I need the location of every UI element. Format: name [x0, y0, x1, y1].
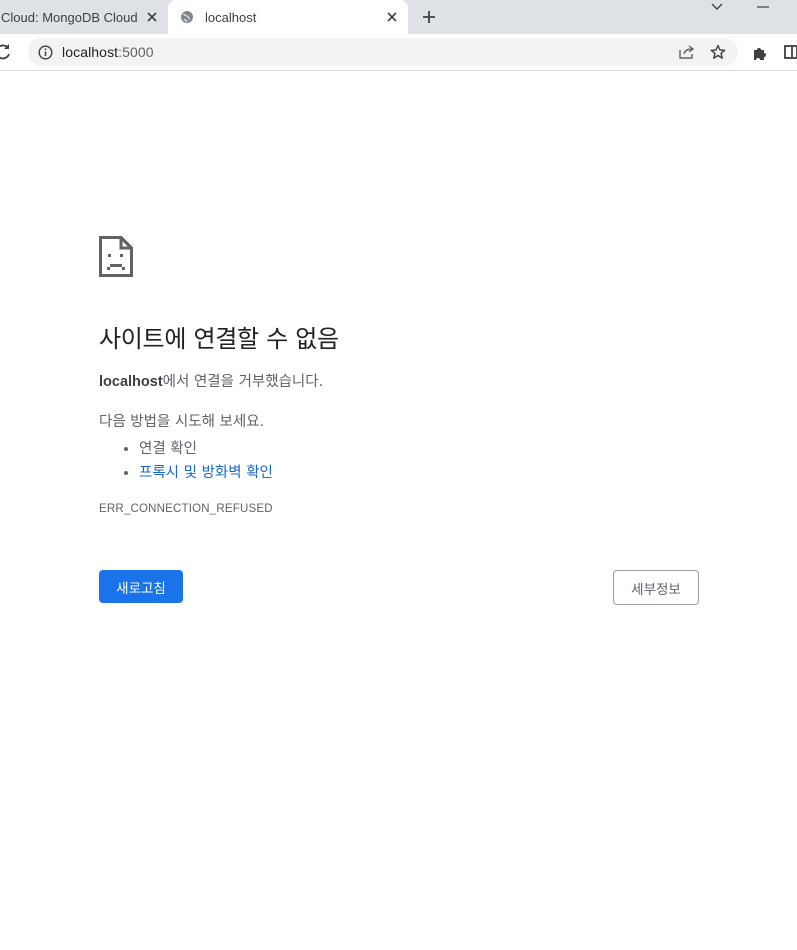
reload-icon[interactable]	[0, 42, 14, 62]
bookmark-star-icon[interactable]	[710, 44, 728, 60]
error-code: ERR_CONNECTION_REFUSED	[99, 503, 273, 515]
tab-mongodb-cloud[interactable]: Cloud: MongoDB Cloud	[0, 0, 168, 34]
url-text: localhost:5000	[62, 44, 154, 60]
globe-icon	[180, 9, 196, 25]
suggestions-heading: 다음 방법을 시도해 보세요.	[99, 414, 265, 430]
reload-button[interactable]: 새로고침	[99, 570, 183, 603]
site-info-icon[interactable]	[38, 44, 54, 60]
suggestion-check-connection: 연결 확인	[139, 437, 699, 461]
suggestions-list: 연결 확인 프록시 및 방화벽 확인	[99, 437, 699, 485]
details-button[interactable]: 세부정보	[613, 570, 699, 605]
error-page: 사이트에 연결할 수 없음 localhost에서 연결을 거부했습니다. 다음…	[99, 236, 699, 515]
share-icon[interactable]	[678, 44, 696, 60]
tab-strip: Cloud: MongoDB Cloud localhost	[0, 0, 797, 34]
new-tab-plus-icon[interactable]	[418, 6, 440, 28]
tab-localhost[interactable]: localhost	[168, 0, 408, 34]
tab-title: localhost	[205, 9, 257, 25]
tab-search-chevron-icon[interactable]	[708, 0, 726, 14]
tab-close-icon[interactable]	[382, 7, 402, 27]
error-heading: 사이트에 연결할 수 없음	[99, 325, 339, 353]
minimize-icon[interactable]	[755, 0, 771, 14]
suggestion-check-proxy-firewall: 프록시 및 방화벽 확인	[139, 461, 699, 485]
browser-toolbar: localhost:5000	[0, 34, 797, 71]
tab-title: Cloud: MongoDB Cloud	[1, 9, 138, 25]
error-host: localhost	[99, 374, 163, 390]
tab-close-icon[interactable]	[142, 7, 162, 27]
error-summary: localhost에서 연결을 거부했습니다.	[99, 374, 324, 390]
address-bar[interactable]: localhost:5000	[28, 38, 738, 66]
sad-document-icon	[99, 236, 133, 277]
proxy-firewall-link[interactable]: 프록시 및 방화벽 확인	[139, 465, 273, 481]
extensions-puzzle-icon[interactable]	[751, 44, 769, 62]
side-panel-icon[interactable]	[784, 45, 797, 59]
